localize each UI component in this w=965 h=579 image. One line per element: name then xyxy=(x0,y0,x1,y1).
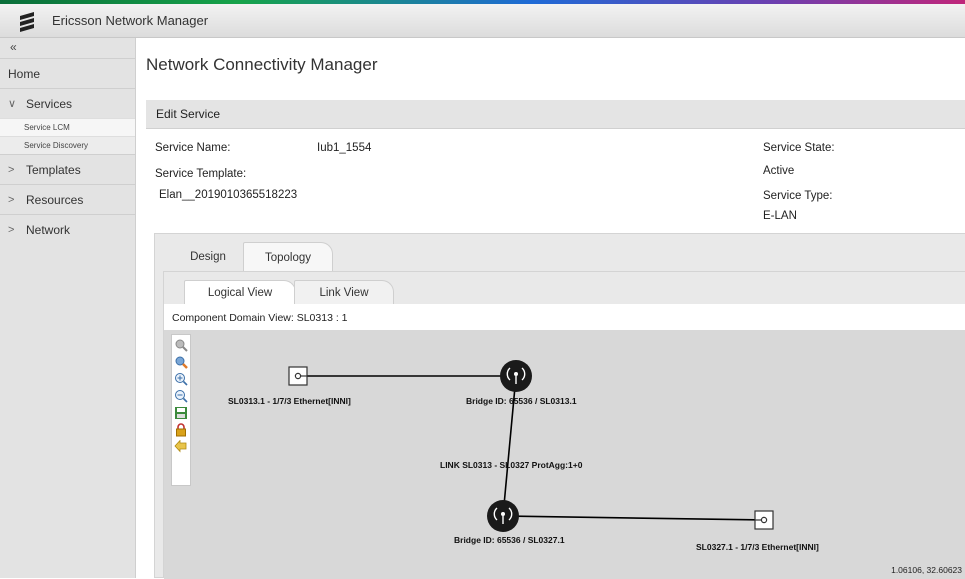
panel-title: Edit Service xyxy=(156,107,221,121)
sidebar: « Home ∨ Services Service LCM Service Di… xyxy=(0,38,136,578)
port-node-icon[interactable] xyxy=(754,510,774,530)
sidebar-item-home[interactable]: Home xyxy=(0,58,135,88)
bridge-label: Bridge ID: 65536 / SL0327.1 xyxy=(454,535,565,545)
port-node-icon[interactable] xyxy=(288,366,308,386)
sidebar-item-services[interactable]: ∨ Services xyxy=(0,88,135,118)
bridge-label: Bridge ID: 65536 / SL0313.1 xyxy=(466,396,577,406)
service-type-value: E-LAN xyxy=(763,210,797,222)
ericsson-logo-icon xyxy=(20,11,34,32)
bridge-node-icon[interactable] xyxy=(487,500,519,532)
service-template-value: Elan__2019010365518223 xyxy=(159,189,298,201)
chevron-right-icon: > xyxy=(8,163,15,176)
sidebar-item-label: Network xyxy=(26,222,71,237)
sidebar-item-label: Home xyxy=(8,66,41,81)
collapse-sidebar-button[interactable]: « xyxy=(0,38,135,58)
page-title: Network Connectivity Manager xyxy=(146,55,378,74)
domain-view-label: Component Domain View: SL0313 : 1 xyxy=(172,312,348,324)
tab-topology[interactable]: Topology xyxy=(243,242,333,272)
chevron-right-icon: > xyxy=(8,193,15,206)
panel-header: Edit Service xyxy=(146,100,965,129)
sidebar-item-label: Templates xyxy=(26,162,81,177)
app-header: Ericsson Network Manager xyxy=(0,4,965,38)
topology-panel: Logical View Link View Component Domain … xyxy=(163,271,965,579)
sidebar-subitem-service-discovery[interactable]: Service Discovery xyxy=(0,136,135,154)
tab-logical-view[interactable]: Logical View xyxy=(184,280,296,304)
service-type-label: Service Type: xyxy=(763,190,833,202)
service-name-value: Iub1_1554 xyxy=(317,142,372,154)
link-label: LINK SL0313 - SL0327 ProtAgg:1+0 xyxy=(440,460,583,470)
app-title: Ericsson Network Manager xyxy=(52,13,209,28)
topology-canvas[interactable]: SL0313.1 - 1/7/3 Ethernet[INNI] Bridge I… xyxy=(164,330,965,579)
service-state-value: Active xyxy=(763,165,795,177)
chevron-right-icon: > xyxy=(8,223,15,236)
service-state-label: Service State: xyxy=(763,142,835,154)
bridge-node-icon[interactable] xyxy=(500,360,532,392)
tab-link-view[interactable]: Link View xyxy=(294,280,394,304)
sidebar-item-label: Resources xyxy=(26,192,84,207)
link-line xyxy=(502,515,765,521)
service-name-label: Service Name: xyxy=(155,142,231,154)
sidebar-item-resources[interactable]: > Resources xyxy=(0,184,135,214)
sidebar-item-templates[interactable]: > Templates xyxy=(0,154,135,184)
port-label: SL0327.1 - 1/7/3 Ethernet[INNI] xyxy=(696,542,819,552)
port-label: SL0313.1 - 1/7/3 Ethernet[INNI] xyxy=(228,396,351,406)
sidebar-subitem-service-lcm[interactable]: Service LCM xyxy=(0,118,135,136)
main-content: Network Connectivity Manager Edit Servic… xyxy=(137,38,965,579)
tab-design[interactable]: Design xyxy=(173,242,243,272)
service-template-label: Service Template: xyxy=(155,168,247,180)
sidebar-item-label: Services xyxy=(26,96,73,111)
sidebar-item-network[interactable]: > Network xyxy=(0,214,135,244)
chevron-down-icon: ∨ xyxy=(8,98,17,110)
coordinate-readout: 1.06106, 32.60623 xyxy=(891,565,962,575)
